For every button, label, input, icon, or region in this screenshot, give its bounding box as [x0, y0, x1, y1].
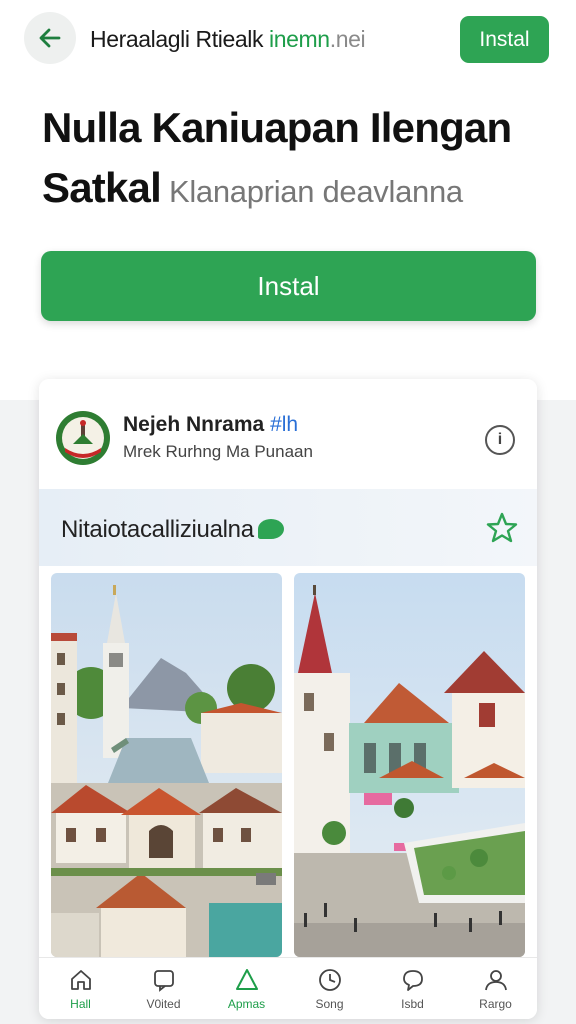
nav-label-isbd: Isbd: [401, 997, 424, 1011]
app-card: Nejeh Nnrama #lh Mrek Rurhng Ma Punaan i…: [39, 379, 537, 1019]
app-name-accent: #lh: [270, 413, 299, 436]
leaf-icon: [257, 518, 284, 539]
app-header: Nejeh Nnrama #lh Mrek Rurhng Ma Punaan i: [39, 379, 537, 489]
top-app-bar: Heraalagli Rtiealk inemn.nei Instal: [0, 0, 576, 80]
star-icon[interactable]: [485, 511, 519, 545]
home-icon: [70, 970, 91, 990]
nav-item-isbd[interactable]: Isbd: [371, 958, 454, 1019]
page-title: Nulla Kaniuapan Ilengan Satkal Klanaprian…: [42, 98, 512, 222]
app-name: Nejeh Nnrama #lh: [123, 413, 298, 437]
message-icon: [402, 970, 423, 991]
nav-item-apmas[interactable]: Apmas: [205, 958, 288, 1019]
nav-item-rargo[interactable]: Rargo: [454, 958, 537, 1019]
nav-label-hall: Hall: [70, 997, 91, 1011]
title-line-2: Satkal Klanaprian deavlanna: [42, 158, 511, 222]
chat-icon: [153, 970, 174, 992]
nav-label-apmas: Apmas: [227, 997, 266, 1011]
banner-text: Nitaiotacalliziualna: [61, 516, 284, 544]
title-line-1: Nulla Kaniuapan Ilengan: [42, 104, 512, 151]
url-text: Heraalagli Rtiealk inemn.nei: [90, 26, 366, 53]
top-install-button[interactable]: Instal: [460, 16, 549, 63]
back-button[interactable]: [24, 12, 76, 64]
bottom-navigation: Hall V0ited Apmas Song Isbd Rargo: [39, 957, 537, 1019]
install-button[interactable]: Instal: [41, 251, 536, 321]
profile-icon: [484, 970, 507, 991]
nav-label-voited: V0ited: [146, 997, 181, 1011]
arrow-left-icon: [39, 28, 61, 48]
title-line-2-text: Satkal: [42, 164, 162, 211]
nav-item-voited[interactable]: V0ited: [122, 958, 205, 1019]
info-icon: i: [497, 431, 503, 448]
nav-item-hall[interactable]: Hall: [39, 958, 122, 1019]
clock-icon: [318, 969, 341, 991]
screenshot-town-square[interactable]: [294, 573, 525, 957]
apps-icon: [235, 969, 258, 990]
nav-item-song[interactable]: Song: [288, 958, 371, 1019]
url-part-1: Heraalagli Rtiealk: [90, 26, 270, 52]
app-name-text: Nejeh Nnrama: [123, 413, 271, 436]
url-part-3: .nei: [329, 26, 366, 52]
nav-label-song: Song: [315, 997, 344, 1011]
page-subtitle: Klanaprian deavlanna: [168, 174, 463, 209]
info-button[interactable]: i: [485, 425, 515, 455]
banner-title: Nitaiotacalliziualna: [61, 516, 254, 543]
app-logo: [56, 411, 110, 465]
screenshot-canal-town[interactable]: [51, 573, 282, 957]
app-developer: Mrek Rurhng Ma Punaan: [123, 442, 313, 461]
nav-label-rargo: Rargo: [479, 997, 512, 1011]
url-part-2: inemn: [269, 26, 330, 52]
feature-banner: Nitaiotacalliziualna: [39, 489, 537, 566]
